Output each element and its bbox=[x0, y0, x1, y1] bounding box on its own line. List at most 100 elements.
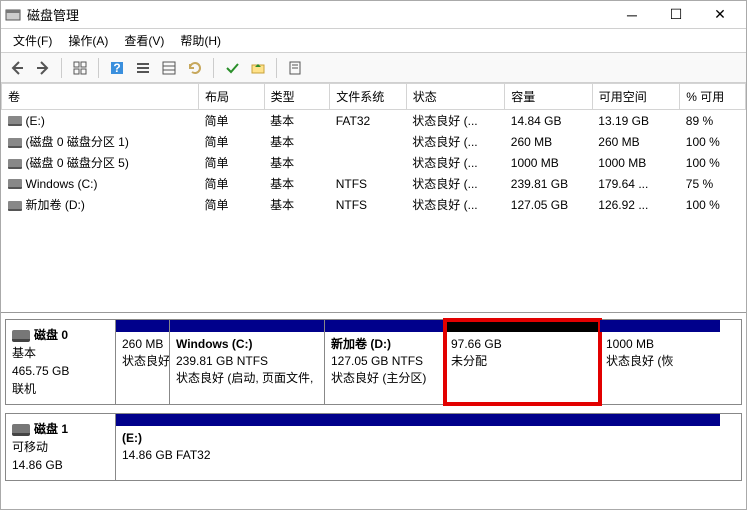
disk-info: 磁盘 0基本465.75 GB联机 bbox=[5, 319, 115, 405]
view-grid-button[interactable] bbox=[68, 56, 92, 80]
volume-cell: 基本 bbox=[264, 194, 330, 215]
volume-cell: 1000 MB bbox=[592, 152, 680, 173]
volume-cell: 状态良好 (... bbox=[406, 131, 504, 152]
volume-cell: (磁盘 0 磁盘分区 5) bbox=[2, 152, 199, 173]
forward-button[interactable] bbox=[31, 56, 55, 80]
partition-line: 239.81 GB NTFS bbox=[176, 353, 318, 370]
volume-cell: (E:) bbox=[2, 110, 199, 132]
partition-line: 260 MB bbox=[122, 336, 163, 353]
volume-cell: 简单 bbox=[198, 131, 264, 152]
minimize-button[interactable]: ─ bbox=[610, 2, 654, 28]
partition-block[interactable]: (E:)14.86 GB FAT32 bbox=[116, 414, 720, 480]
volume-cell: 状态良好 (... bbox=[406, 194, 504, 215]
column-header[interactable]: % 可用 bbox=[680, 84, 746, 110]
partition-line: 14.86 GB FAT32 bbox=[122, 447, 714, 464]
svg-text:?: ? bbox=[113, 61, 120, 75]
volume-cell: NTFS bbox=[330, 194, 407, 215]
volume-cell: 179.64 ... bbox=[592, 173, 680, 194]
column-header[interactable]: 卷 bbox=[2, 84, 199, 110]
toolbar: ? bbox=[1, 53, 746, 83]
volume-row[interactable]: (E:)简单基本FAT32状态良好 (...14.84 GB13.19 GB89… bbox=[2, 110, 746, 132]
partition-strip: (E:)14.86 GB FAT32 bbox=[115, 413, 742, 481]
window-title: 磁盘管理 bbox=[27, 5, 610, 24]
column-header[interactable]: 可用空间 bbox=[592, 84, 680, 110]
volume-cell: 简单 bbox=[198, 152, 264, 173]
volume-cell: 简单 bbox=[198, 173, 264, 194]
menu-action[interactable]: 操作(A) bbox=[60, 29, 116, 52]
volume-cell: 126.92 ... bbox=[592, 194, 680, 215]
volume-cell: 新加卷 (D:) bbox=[2, 194, 199, 215]
partition-header-bar bbox=[170, 320, 324, 332]
partition-block-unallocated[interactable]: 97.66 GB未分配 bbox=[445, 320, 600, 404]
volume-cell: (磁盘 0 磁盘分区 1) bbox=[2, 131, 199, 152]
partition-header-bar bbox=[600, 320, 720, 332]
volume-cell: 状态良好 (... bbox=[406, 173, 504, 194]
volume-icon bbox=[8, 138, 22, 148]
partition-header-bar bbox=[445, 320, 599, 332]
partition-block[interactable]: 新加卷 (D:)127.05 GB NTFS状态良好 (主分区) bbox=[325, 320, 445, 404]
disk-layout-panel[interactable]: 磁盘 0基本465.75 GB联机260 MB状态良好Windows (C:)2… bbox=[1, 313, 746, 495]
disk-info-line: 465.75 GB bbox=[12, 362, 109, 380]
volume-cell bbox=[330, 152, 407, 173]
volume-cell: 100 % bbox=[680, 131, 746, 152]
folder-up-button[interactable] bbox=[246, 56, 270, 80]
column-header[interactable]: 容量 bbox=[505, 84, 593, 110]
partition-strip: 260 MB状态良好Windows (C:)239.81 GB NTFS状态良好… bbox=[115, 319, 742, 405]
disk-info: 磁盘 1可移动14.86 GB bbox=[5, 413, 115, 481]
menu-file[interactable]: 文件(F) bbox=[5, 29, 60, 52]
column-header[interactable]: 类型 bbox=[264, 84, 330, 110]
disk-info-line: 14.86 GB bbox=[12, 456, 109, 474]
partition-line: Windows (C:) bbox=[176, 336, 318, 353]
partition-block[interactable]: Windows (C:)239.81 GB NTFS状态良好 (启动, 页面文件… bbox=[170, 320, 325, 404]
close-button[interactable]: ✕ bbox=[698, 2, 742, 28]
disk-row[interactable]: 磁盘 0基本465.75 GB联机260 MB状态良好Windows (C:)2… bbox=[5, 319, 742, 405]
detail-button[interactable] bbox=[157, 56, 181, 80]
volume-cell: 简单 bbox=[198, 194, 264, 215]
volume-row[interactable]: (磁盘 0 磁盘分区 1)简单基本状态良好 (...260 MB260 MB10… bbox=[2, 131, 746, 152]
volume-cell: 基本 bbox=[264, 131, 330, 152]
volume-cell: 239.81 GB bbox=[505, 173, 593, 194]
disk-icon bbox=[12, 424, 30, 436]
properties-button[interactable] bbox=[283, 56, 307, 80]
disk-row[interactable]: 磁盘 1可移动14.86 GB(E:)14.86 GB FAT32 bbox=[5, 413, 742, 481]
partition-header-bar bbox=[116, 320, 169, 332]
volume-icon bbox=[8, 201, 22, 211]
volume-list[interactable]: 卷布局类型文件系统状态容量可用空间% 可用 (E:)简单基本FAT32状态良好 … bbox=[1, 83, 746, 313]
partition-line: 97.66 GB bbox=[451, 336, 593, 353]
volume-cell: 基本 bbox=[264, 173, 330, 194]
volume-cell: FAT32 bbox=[330, 110, 407, 132]
volume-row[interactable]: Windows (C:)简单基本NTFS状态良好 (...239.81 GB17… bbox=[2, 173, 746, 194]
partition-line: 状态良好 bbox=[122, 353, 163, 370]
help-button[interactable]: ? bbox=[105, 56, 129, 80]
app-icon bbox=[5, 7, 21, 23]
partition-block[interactable]: 260 MB状态良好 bbox=[116, 320, 170, 404]
back-button[interactable] bbox=[5, 56, 29, 80]
volume-icon bbox=[8, 159, 22, 169]
disk-icon bbox=[12, 330, 30, 342]
refresh-button[interactable] bbox=[183, 56, 207, 80]
volume-cell: 基本 bbox=[264, 110, 330, 132]
column-header[interactable]: 文件系统 bbox=[330, 84, 407, 110]
partition-line: (E:) bbox=[122, 430, 714, 447]
column-header[interactable]: 状态 bbox=[406, 84, 504, 110]
menu-bar: 文件(F) 操作(A) 查看(V) 帮助(H) bbox=[1, 29, 746, 53]
menu-help[interactable]: 帮助(H) bbox=[172, 29, 229, 52]
volume-cell: 14.84 GB bbox=[505, 110, 593, 132]
action-check-button[interactable] bbox=[220, 56, 244, 80]
list-button[interactable] bbox=[131, 56, 155, 80]
volume-row[interactable]: (磁盘 0 磁盘分区 5)简单基本状态良好 (...1000 MB1000 MB… bbox=[2, 152, 746, 173]
volume-row[interactable]: 新加卷 (D:)简单基本NTFS状态良好 (...127.05 GB126.92… bbox=[2, 194, 746, 215]
volume-cell: Windows (C:) bbox=[2, 173, 199, 194]
volume-cell bbox=[330, 131, 407, 152]
partition-block[interactable]: 1000 MB状态良好 (恢 bbox=[600, 320, 720, 404]
column-header[interactable]: 布局 bbox=[198, 84, 264, 110]
partition-line: 新加卷 (D:) bbox=[331, 336, 438, 353]
partition-line: 状态良好 (主分区) bbox=[331, 370, 438, 387]
volume-cell: 状态良好 (... bbox=[406, 110, 504, 132]
volume-cell: 75 % bbox=[680, 173, 746, 194]
volume-cell: 100 % bbox=[680, 152, 746, 173]
maximize-button[interactable]: ☐ bbox=[654, 2, 698, 28]
partition-line: 1000 MB bbox=[606, 336, 714, 353]
disk-info-line: 联机 bbox=[12, 380, 109, 398]
menu-view[interactable]: 查看(V) bbox=[116, 29, 172, 52]
